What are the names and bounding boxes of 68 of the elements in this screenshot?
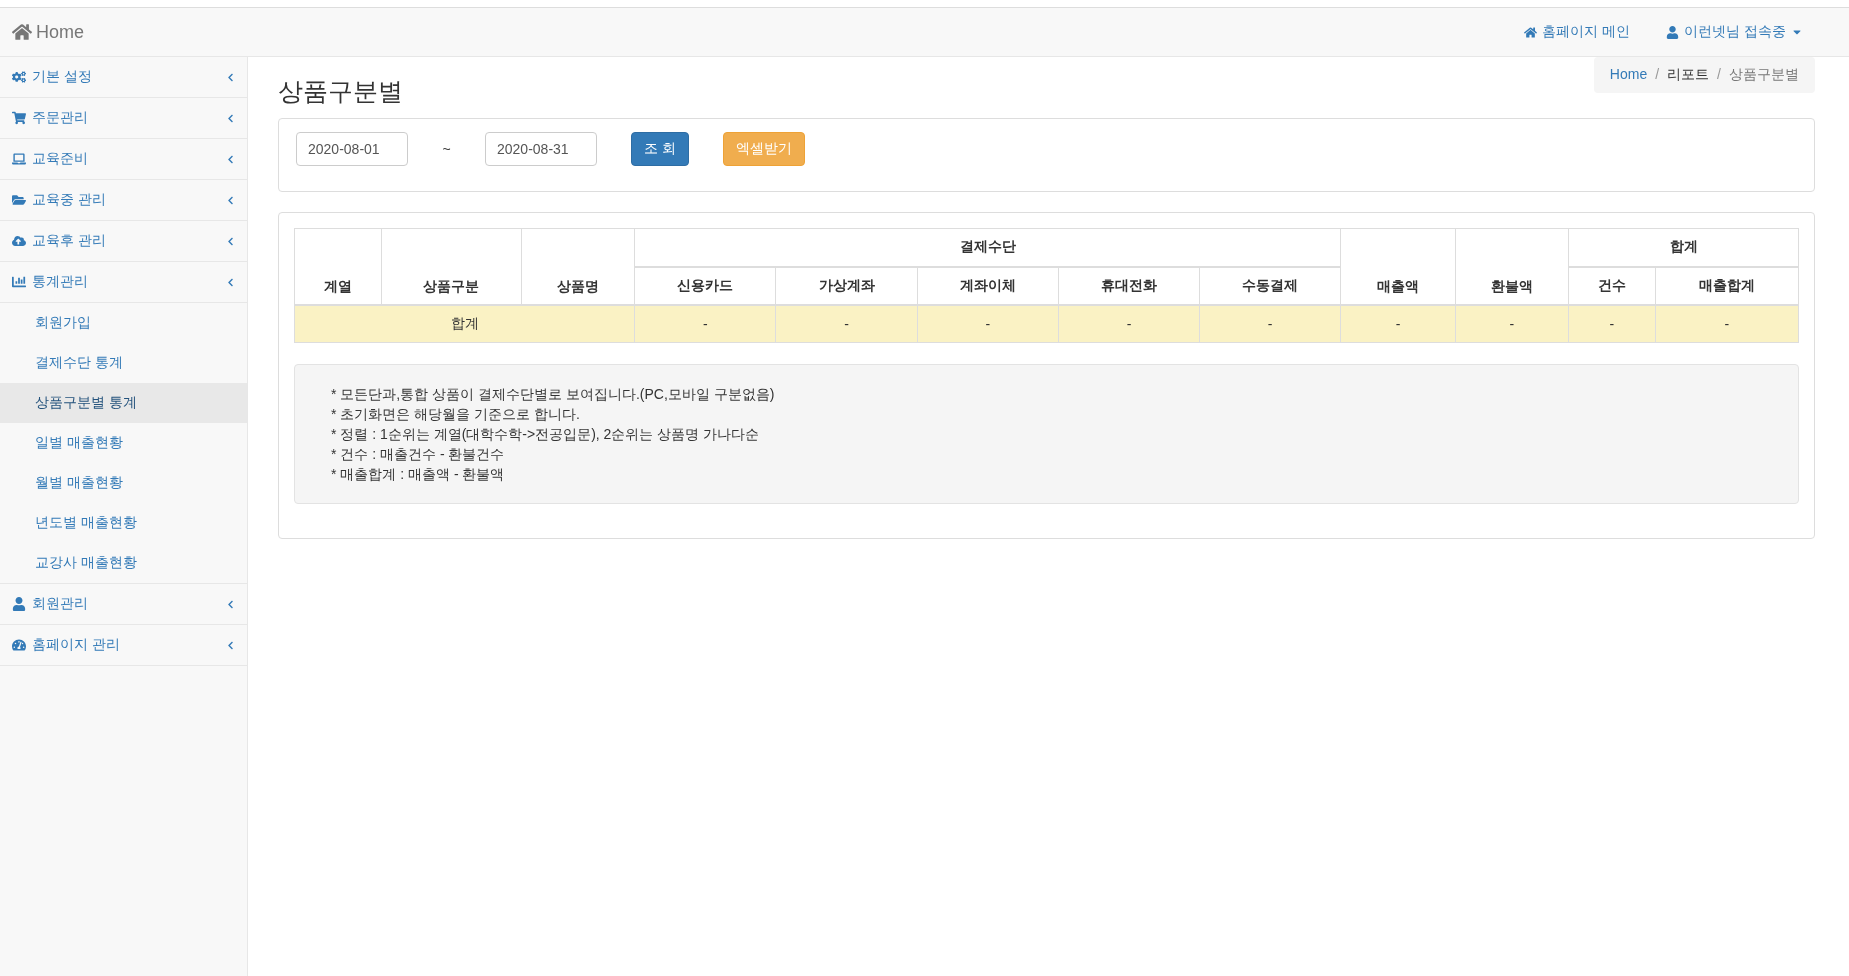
note-line: * 모든단과,통합 상품이 결제수단별로 보여집니다.(PC,모바일 구분없음) bbox=[331, 385, 776, 404]
sidebar-item[interactable]: 교육준비 bbox=[0, 139, 247, 180]
sidebar-item[interactable]: 기본 설정 bbox=[0, 57, 247, 98]
home-icon bbox=[12, 22, 32, 42]
page-title: 상품구분별 bbox=[278, 76, 403, 107]
chevron-icon bbox=[226, 599, 235, 609]
breadcrumb-item: 상품구분별 bbox=[1729, 66, 1799, 84]
cart-icon bbox=[12, 111, 26, 125]
table-cell: - bbox=[775, 304, 918, 343]
note-line: * 매출합계 : 매출액 - 환불액 bbox=[331, 465, 506, 484]
chevron-icon bbox=[226, 195, 235, 205]
gears-icon bbox=[12, 70, 26, 84]
user-icon bbox=[1666, 25, 1680, 39]
sidebar-item[interactable]: 교육중 관리 bbox=[0, 180, 247, 221]
breadcrumb-separator: / bbox=[1655, 66, 1660, 84]
column-header: 계열 bbox=[294, 228, 382, 305]
chevron-icon bbox=[226, 154, 235, 164]
column-header: 가상계좌 bbox=[775, 266, 918, 305]
user-icon bbox=[12, 597, 26, 611]
table-cell: - bbox=[1655, 304, 1799, 343]
breadcrumb-separator: / bbox=[1717, 66, 1721, 84]
end-date-field[interactable]: 2020-08-31 bbox=[485, 132, 597, 166]
sidebar-item[interactable]: 교육후 관리 bbox=[0, 221, 247, 262]
total-label-cell: 합계 bbox=[294, 304, 635, 343]
chevron-icon bbox=[226, 277, 235, 287]
column-header: 상품명 bbox=[521, 228, 635, 305]
column-header: 매출액 bbox=[1340, 228, 1456, 305]
chevron-icon bbox=[226, 113, 235, 123]
breadcrumb-item: 리포트 bbox=[1667, 66, 1710, 84]
note-line: * 초기화면은 해당월을 기준으로 합니다. bbox=[331, 405, 581, 424]
home-icon bbox=[1524, 25, 1538, 39]
column-header: 계좌이체 bbox=[917, 266, 1059, 305]
column-header: 매출합계 bbox=[1655, 266, 1799, 305]
cloud-upload-icon bbox=[12, 234, 26, 248]
column-header: 상품구분 bbox=[381, 228, 522, 305]
range-separator: ~ bbox=[441, 141, 452, 157]
laptop-icon bbox=[12, 152, 26, 166]
table-cell: - bbox=[1058, 304, 1200, 343]
column-header: 신용카드 bbox=[634, 266, 776, 305]
sidebar-item[interactable]: 홈페이지 관리 bbox=[0, 625, 247, 666]
search-button[interactable]: 조 회 bbox=[631, 132, 689, 166]
bar-chart-icon bbox=[12, 275, 26, 289]
chevron-icon bbox=[226, 236, 235, 246]
folder-icon bbox=[12, 193, 26, 207]
note-line: * 정렬 : 1순위는 계열(대학수학->전공입문), 2순위는 상품명 가나다순 bbox=[331, 425, 761, 444]
column-header: 건수 bbox=[1568, 266, 1656, 305]
sidebar-item[interactable]: 회원관리 bbox=[0, 584, 247, 625]
table-cell: - bbox=[1199, 304, 1341, 343]
column-header: 환불액 bbox=[1455, 228, 1569, 305]
table-cell: - bbox=[634, 304, 776, 343]
table-cell: - bbox=[917, 304, 1059, 343]
column-group-header: 합계 bbox=[1568, 228, 1799, 267]
note-line: * 건수 : 매출건수 - 환불건수 bbox=[331, 445, 506, 464]
chevron-icon bbox=[226, 72, 235, 82]
sidebar-subitem[interactable]: 상품구분별 통계 bbox=[0, 383, 247, 423]
home-link[interactable]: Home bbox=[12, 21, 84, 43]
column-group-header: 결제수단 bbox=[634, 228, 1341, 267]
table-cell: - bbox=[1568, 304, 1656, 343]
table-cell: - bbox=[1340, 304, 1456, 343]
start-date-field[interactable]: 2020-08-01 bbox=[296, 132, 408, 166]
user-menu[interactable]: 이런넷님 접속중 bbox=[1666, 23, 1803, 41]
breadcrumb-link[interactable]: Home bbox=[1609, 66, 1648, 84]
homepage-link[interactable]: 홈페이지 메인 bbox=[1524, 23, 1631, 41]
dashboard-icon bbox=[12, 638, 26, 652]
table-cell: - bbox=[1455, 304, 1569, 343]
sidebar-item[interactable]: 주문관리 bbox=[0, 98, 247, 139]
chevron-icon bbox=[226, 640, 235, 650]
column-header: 휴대전화 bbox=[1058, 266, 1200, 305]
